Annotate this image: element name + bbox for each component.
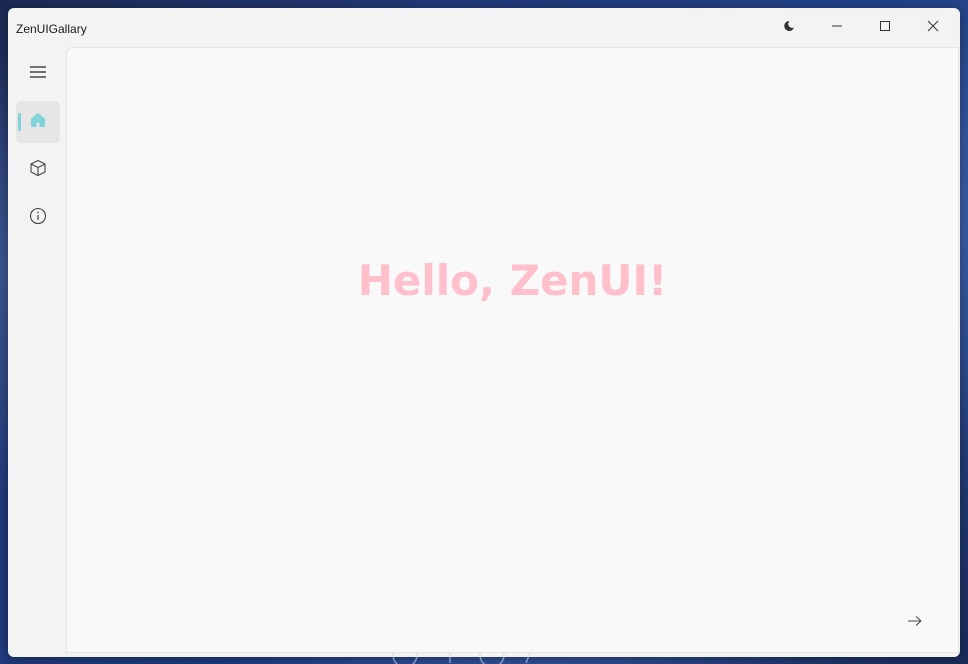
main-content: Hello, ZenUI! (66, 47, 959, 653)
active-indicator (18, 113, 21, 131)
page-heading: Hello, ZenUI! (357, 256, 668, 305)
minimize-button[interactable] (814, 8, 860, 48)
info-icon (29, 207, 47, 230)
arrow-right-icon (907, 614, 923, 632)
hamburger-menu-icon (29, 65, 47, 84)
minimize-icon (831, 19, 843, 37)
sidebar-item-about[interactable] (16, 197, 60, 239)
sidebar (8, 48, 66, 657)
moon-icon (783, 19, 795, 37)
maximize-button[interactable] (862, 8, 908, 48)
window-title: ZenUIGallary (16, 22, 87, 36)
desktop-widget-fragment (380, 642, 550, 664)
close-button[interactable] (910, 8, 956, 48)
sidebar-item-components[interactable] (16, 149, 60, 191)
home-icon (30, 112, 46, 133)
sidebar-item-home[interactable] (16, 101, 60, 143)
sidebar-item-menu[interactable] (16, 53, 60, 95)
cube-icon (29, 159, 47, 182)
next-button[interactable] (899, 607, 931, 639)
maximize-icon (879, 19, 891, 37)
close-icon (927, 19, 939, 37)
app-window: ZenUIGallary Hello, ZenUI! (8, 8, 960, 657)
theme-toggle-button[interactable] (766, 8, 812, 48)
title-bar[interactable]: ZenUIGallary (8, 8, 960, 48)
